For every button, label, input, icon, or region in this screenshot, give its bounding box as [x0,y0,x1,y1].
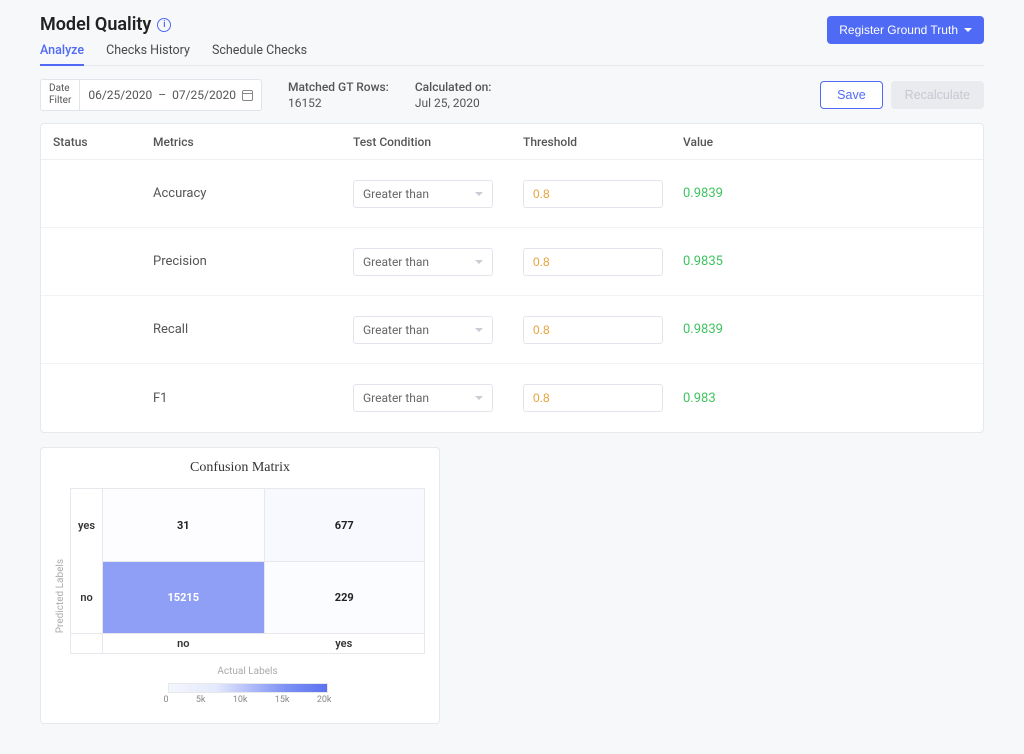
table-row: Recall Greater than 0.9839 [41,296,983,364]
chevron-down-icon [475,192,483,196]
col-status: Status [53,135,153,149]
tab-checks-history[interactable]: Checks History [106,43,190,66]
calculated-on-label: Calculated on: [415,80,492,94]
confusion-matrix-grid: yes 31 677 no 15215 229 no yes [70,488,425,654]
save-button[interactable]: Save [820,81,883,109]
metric-name: Accuracy [153,186,353,201]
table-row: Precision Greater than 0.9835 [41,228,983,296]
grid-corner [71,633,103,653]
y-axis-label: Predicted Labels [55,559,66,633]
y-tick: yes [71,489,103,561]
page-title: Model Quality [40,14,151,35]
chevron-down-icon [475,396,483,400]
matrix-cell: 677 [264,489,425,561]
condition-value: Greater than [363,323,429,337]
tab-analyze[interactable]: Analyze [40,43,84,66]
chevron-down-icon [964,28,972,32]
matrix-cell: 229 [264,561,425,633]
threshold-input[interactable] [523,316,663,344]
metric-value: 0.983 [683,391,803,406]
col-threshold: Threshold [523,135,683,149]
chevron-down-icon [475,260,483,264]
confusion-matrix-title: Confusion Matrix [55,460,425,476]
calculated-on-info: Calculated on: Jul 25, 2020 [415,80,492,110]
threshold-input[interactable] [523,248,663,276]
col-condition: Test Condition [353,135,523,149]
recalculate-button: Recalculate [891,81,984,109]
date-filter-label: Date Filter [40,79,79,111]
tab-bar: Analyze Checks History Schedule Checks [40,43,307,66]
info-icon[interactable]: i [157,18,171,32]
condition-select[interactable]: Greater than [353,316,493,344]
date-to: 07/25/2020 [172,88,236,102]
metric-value: 0.9839 [683,186,803,201]
col-metrics: Metrics [153,135,353,149]
condition-select[interactable]: Greater than [353,180,493,208]
legend-gradient [168,683,328,693]
matched-rows-info: Matched GT Rows: 16152 [288,80,389,110]
metric-value: 0.9839 [683,322,803,337]
condition-value: Greater than [363,391,429,405]
threshold-input[interactable] [523,180,663,208]
calendar-icon [242,90,253,101]
condition-select[interactable]: Greater than [353,384,493,412]
x-tick: yes [264,633,425,653]
table-row: F1 Greater than 0.983 [41,364,983,432]
date-separator: – [158,88,166,102]
metric-name: Recall [153,322,353,337]
matrix-cell: 31 [103,489,264,561]
confusion-matrix-card: Confusion Matrix Predicted Labels yes 31… [40,447,440,724]
date-filter[interactable]: Date Filter 06/25/2020 – 07/25/2020 [40,79,262,111]
date-from: 06/25/2020 [88,88,152,102]
x-axis-label: Actual Labels [70,666,425,677]
register-button-label: Register Ground Truth [839,23,958,37]
register-ground-truth-button[interactable]: Register Ground Truth [827,16,984,44]
tab-schedule-checks[interactable]: Schedule Checks [212,43,307,66]
condition-value: Greater than [363,187,429,201]
y-tick: no [71,561,103,633]
condition-select[interactable]: Greater than [353,248,493,276]
col-value: Value [683,135,803,149]
metrics-table: Status Metrics Test Condition Threshold … [40,123,984,433]
matched-rows-value: 16152 [288,96,389,110]
chevron-down-icon [475,328,483,332]
threshold-input[interactable] [523,384,663,412]
metric-name: F1 [153,391,353,406]
metric-value: 0.9835 [683,254,803,269]
x-tick: no [103,633,264,653]
table-row: Accuracy Greater than 0.9839 [41,160,983,228]
calculated-on-value: Jul 25, 2020 [415,96,492,110]
metric-name: Precision [153,254,353,269]
date-range-input[interactable]: 06/25/2020 – 07/25/2020 [79,79,262,111]
matched-rows-label: Matched GT Rows: [288,80,389,94]
matrix-cell: 15215 [103,561,264,633]
color-legend: 0 5k 10k 15k 20k [70,683,425,705]
condition-value: Greater than [363,255,429,269]
